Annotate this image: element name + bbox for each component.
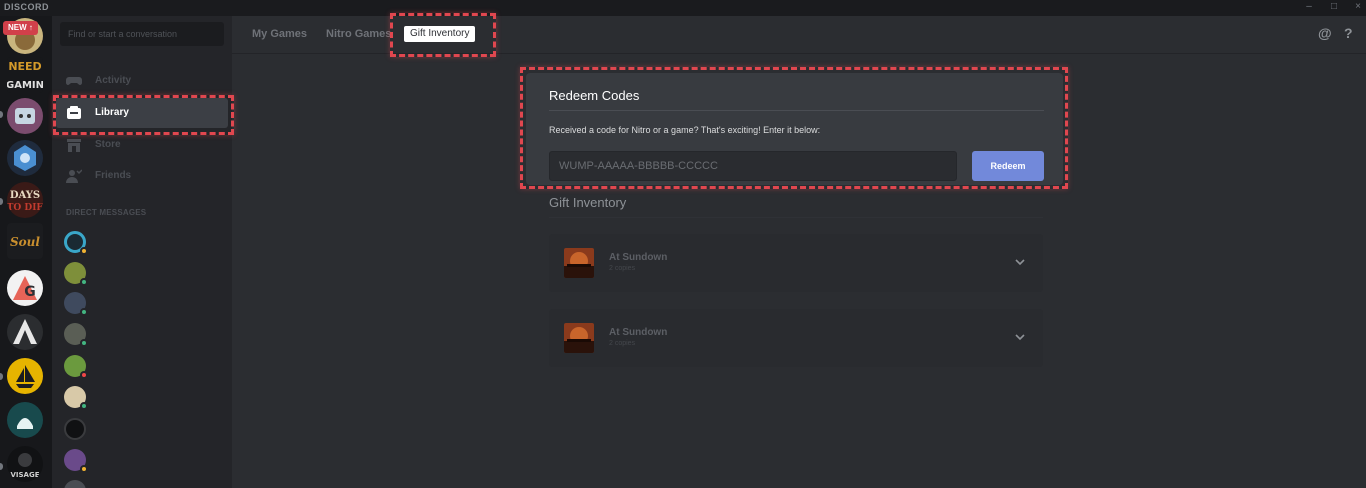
- library-icon: [67, 106, 81, 119]
- gift-item[interactable]: At Sundown 2 copies: [549, 234, 1043, 292]
- dm-avatar[interactable]: [64, 355, 88, 379]
- channel-sidebar: Find or start a conversation Activity Li…: [52, 16, 232, 488]
- dm-avatar[interactable]: [64, 292, 88, 316]
- svg-text:NEED: NEED: [8, 60, 41, 73]
- direct-messages-header: DIRECT MESSAGES: [66, 208, 147, 217]
- guild-days-to-die-icon[interactable]: DAYS TO DIE: [7, 182, 43, 218]
- guild-sail-icon[interactable]: [7, 358, 43, 394]
- code-input[interactable]: [549, 151, 957, 181]
- svg-text:DAYS: DAYS: [10, 190, 40, 201]
- maximize-button[interactable]: □: [1326, 1, 1342, 12]
- dm-avatar[interactable]: [64, 262, 88, 286]
- tab-gift-inventory[interactable]: Gift Inventory: [404, 26, 476, 42]
- help-icon[interactable]: ?: [1344, 25, 1353, 41]
- nav-label-store: Store: [95, 139, 121, 150]
- search-input[interactable]: Find or start a conversation: [60, 22, 224, 46]
- nav-label-activity: Activity: [95, 75, 132, 86]
- game-thumbnail: [564, 248, 594, 278]
- divider: [549, 217, 1043, 218]
- main-content: My Games Nitro Games Gift Inventory @ ? …: [232, 16, 1366, 488]
- guild-nerd-gaming-icon[interactable]: NEED GAMIN: [7, 57, 43, 93]
- discord-logo: DISCORD: [4, 2, 50, 12]
- redeem-codes-panel: Redeem Codes Received a code for Nitro o…: [526, 73, 1063, 185]
- gift-item[interactable]: At Sundown 2 copies: [549, 309, 1043, 367]
- dm-avatar[interactable]: [64, 323, 88, 347]
- redeem-description: Received a code for Nitro or a game? Tha…: [549, 125, 821, 135]
- gift-inventory-title: Gift Inventory: [549, 195, 627, 210]
- nav-item-activity[interactable]: Activity: [56, 66, 228, 96]
- store-icon: [67, 139, 81, 152]
- top-tab-bar: My Games Nitro Games Gift Inventory @ ?: [232, 16, 1366, 54]
- nav-item-library[interactable]: Library: [56, 98, 228, 128]
- tab-my-games[interactable]: My Games: [252, 28, 307, 40]
- gift-name: At Sundown: [609, 327, 668, 338]
- dm-avatar[interactable]: [64, 386, 88, 410]
- tab-nitro-games[interactable]: Nitro Games: [326, 28, 391, 40]
- svg-text:TO DIE: TO DIE: [7, 203, 43, 213]
- guild-game-icon[interactable]: Soul: [7, 223, 43, 259]
- chevron-down-icon[interactable]: [1013, 255, 1027, 269]
- dm-avatar[interactable]: [64, 480, 86, 488]
- server-rail: NEW ↑ NEED GAMIN DAYS TO DIE Soul G VISAGE: [0, 16, 52, 488]
- title-bar: DISCORD – □ ×: [0, 0, 1366, 16]
- svg-text:Soul: Soul: [10, 235, 40, 249]
- svg-text:GAMIN: GAMIN: [7, 80, 43, 91]
- guild-visage-icon[interactable]: VISAGE: [7, 446, 43, 482]
- gift-copies: 2 copies: [609, 265, 636, 272]
- redeem-title: Redeem Codes: [549, 88, 640, 103]
- chevron-down-icon[interactable]: [1013, 330, 1027, 344]
- search-placeholder: Find or start a conversation: [68, 29, 178, 39]
- gift-copies: 2 copies: [609, 340, 636, 347]
- close-button[interactable]: ×: [1350, 1, 1366, 12]
- guild-heroes-icon[interactable]: [7, 140, 43, 176]
- new-badge[interactable]: NEW ↑: [3, 21, 38, 35]
- nav-label-friends: Friends: [95, 170, 132, 181]
- nav-label-library: Library: [95, 107, 129, 118]
- dm-avatar[interactable]: [64, 449, 88, 473]
- nav-item-store[interactable]: Store: [56, 130, 228, 160]
- guild-avatar-icon[interactable]: [7, 98, 43, 134]
- svg-text:G: G: [24, 284, 36, 300]
- controller-icon: [66, 77, 82, 85]
- nav-item-friends[interactable]: Friends: [56, 161, 228, 191]
- redeem-button[interactable]: Redeem: [972, 151, 1044, 181]
- divider: [549, 110, 1044, 111]
- svg-text:VISAGE: VISAGE: [10, 471, 39, 479]
- mention-icon[interactable]: @: [1318, 25, 1332, 41]
- dm-avatar[interactable]: [64, 418, 86, 440]
- gift-name: At Sundown: [609, 252, 668, 263]
- friends-icon: [66, 169, 82, 183]
- guild-teal-icon[interactable]: [7, 402, 43, 438]
- game-thumbnail: [564, 323, 594, 353]
- dm-avatar[interactable]: [64, 231, 88, 255]
- guild-a-icon[interactable]: [7, 314, 43, 350]
- guild-g-icon[interactable]: G: [7, 270, 43, 306]
- minimize-button[interactable]: –: [1301, 1, 1317, 12]
